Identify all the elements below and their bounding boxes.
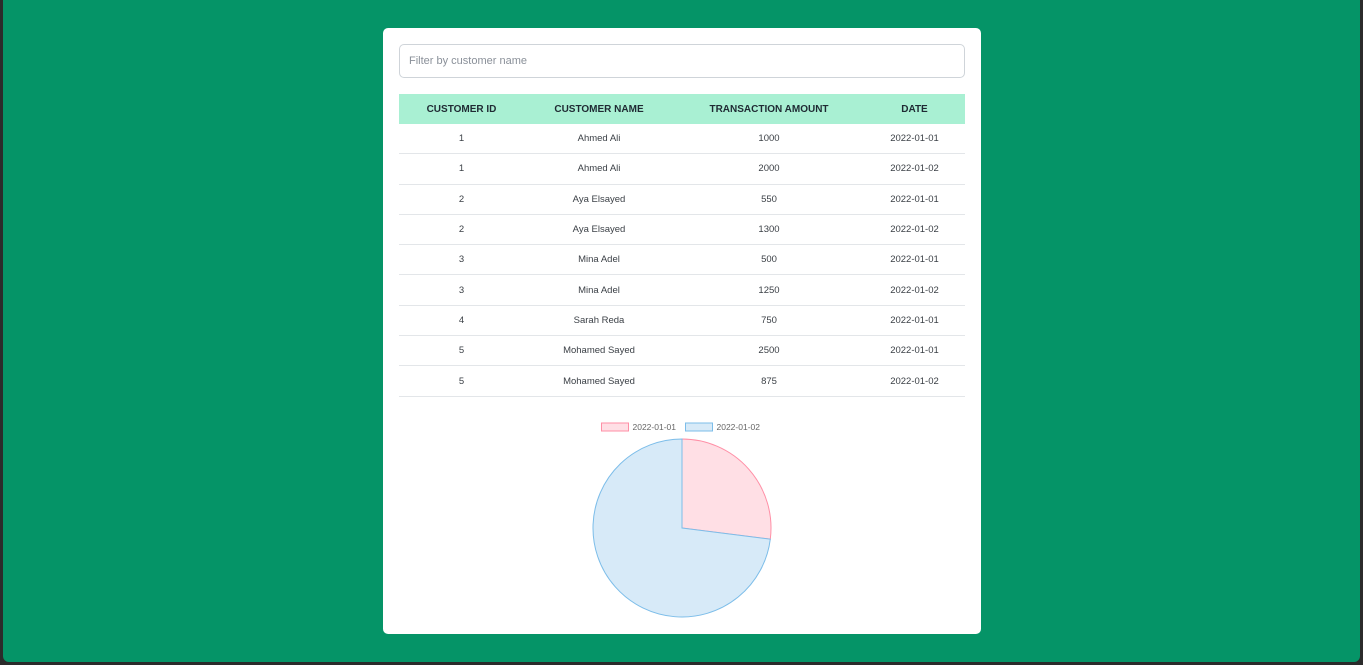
header-transaction-amount[interactable]: TRANSACTION AMOUNT — [674, 94, 864, 124]
cell-date: 2022-01-02 — [864, 214, 965, 246]
legend-label: 2022-01-02 — [717, 422, 761, 432]
table-row: 2 Aya Elsayed 550 2022-01-01 — [399, 184, 965, 215]
cell-transaction-amount: 2000 — [674, 153, 864, 185]
table-header-row: CUSTOMER ID CUSTOMER NAME TRANSACTION AM… — [399, 94, 965, 124]
table-row: 3 Mina Adel 1250 2022-01-02 — [399, 274, 965, 306]
cell-date: 2022-01-01 — [864, 244, 965, 276]
cell-transaction-amount: 750 — [674, 305, 864, 337]
cell-customer-id: 4 — [399, 305, 524, 337]
cell-date: 2022-01-01 — [864, 335, 965, 367]
table-row: 4 Sarah Reda 750 2022-01-01 — [399, 305, 965, 337]
cell-transaction-amount: 875 — [674, 365, 864, 397]
table-row: 5 Mohamed Sayed 2500 2022-01-01 — [399, 335, 965, 367]
cell-customer-id: 3 — [399, 274, 524, 306]
cell-customer-id: 1 — [399, 153, 524, 185]
transactions-table: CUSTOMER ID CUSTOMER NAME TRANSACTION AM… — [399, 94, 965, 397]
cell-customer-name: Sarah Reda — [524, 305, 674, 337]
table-row: 2 Aya Elsayed 1300 2022-01-02 — [399, 214, 965, 246]
page-background: CUSTOMER ID CUSTOMER NAME TRANSACTION AM… — [3, 0, 1360, 662]
legend-item-2022-01-01[interactable]: 2022-01-01 — [601, 422, 677, 432]
cell-customer-id: 1 — [399, 124, 524, 155]
cell-customer-id: 5 — [399, 335, 524, 367]
cell-customer-name: Ahmed Ali — [524, 124, 674, 155]
cell-date: 2022-01-01 — [864, 124, 965, 155]
cell-customer-name: Ahmed Ali — [524, 153, 674, 185]
cell-transaction-amount: 1000 — [674, 124, 864, 155]
table-row: 1 Ahmed Ali 1000 2022-01-01 — [399, 124, 965, 155]
legend-swatch — [601, 422, 629, 432]
pie-chart[interactable]: 2022-01-01 2022-01-02 — [383, 416, 981, 634]
cell-customer-id: 3 — [399, 244, 524, 276]
cell-customer-name: Mina Adel — [524, 274, 674, 306]
table-row: 3 Mina Adel 500 2022-01-01 — [399, 244, 965, 276]
table-row: 1 Ahmed Ali 2000 2022-01-02 — [399, 153, 965, 185]
header-customer-name[interactable]: CUSTOMER NAME — [524, 94, 674, 124]
header-date[interactable]: DATE — [864, 94, 965, 124]
pie-chart-container: 2022-01-01 2022-01-02 — [383, 416, 981, 634]
legend-label: 2022-01-01 — [633, 422, 677, 432]
cell-date: 2022-01-01 — [864, 184, 965, 215]
cell-customer-id: 2 — [399, 214, 524, 246]
pie-slice-2022-01-01[interactable] — [681, 438, 772, 540]
cell-transaction-amount: 1300 — [674, 214, 864, 246]
legend-swatch — [685, 422, 713, 432]
cell-date: 2022-01-02 — [864, 153, 965, 185]
cell-customer-name: Mohamed Sayed — [524, 365, 674, 397]
legend-item-2022-01-02[interactable]: 2022-01-02 — [685, 422, 761, 432]
cell-customer-name: Aya Elsayed — [524, 214, 674, 246]
cell-transaction-amount: 1250 — [674, 274, 864, 306]
cell-transaction-amount: 2500 — [674, 335, 864, 367]
customer-name-filter-input[interactable] — [399, 44, 965, 78]
cell-date: 2022-01-01 — [864, 305, 965, 337]
transactions-card: CUSTOMER ID CUSTOMER NAME TRANSACTION AM… — [383, 28, 981, 634]
cell-customer-name: Mohamed Sayed — [524, 335, 674, 367]
table-row: 5 Mohamed Sayed 875 2022-01-02 — [399, 365, 965, 397]
cell-customer-name: Aya Elsayed — [524, 184, 674, 215]
cell-date: 2022-01-02 — [864, 274, 965, 306]
cell-transaction-amount: 500 — [674, 244, 864, 276]
cell-customer-id: 5 — [399, 365, 524, 397]
cell-customer-name: Mina Adel — [524, 244, 674, 276]
cell-customer-id: 2 — [399, 184, 524, 215]
cell-date: 2022-01-02 — [864, 365, 965, 397]
header-customer-id[interactable]: CUSTOMER ID — [399, 94, 524, 124]
cell-transaction-amount: 550 — [674, 184, 864, 215]
